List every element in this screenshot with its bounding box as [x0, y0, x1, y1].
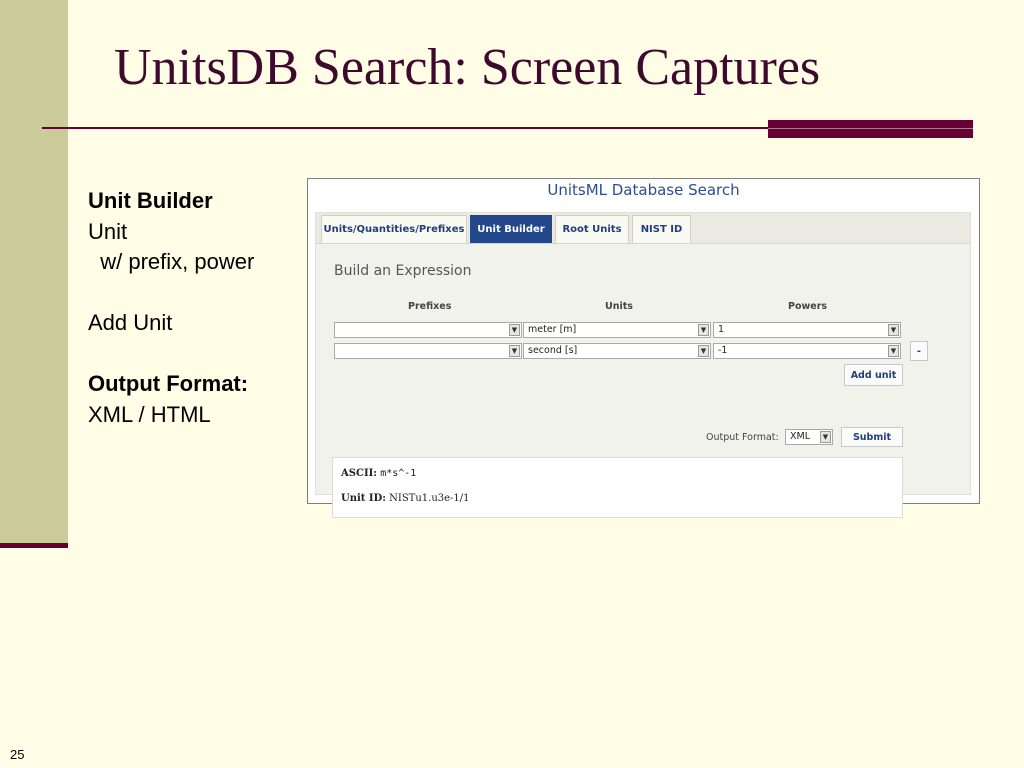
- power-select[interactable]: 1 ▼: [713, 322, 901, 338]
- power-select-value: 1: [718, 324, 725, 335]
- power-select[interactable]: -1 ▼: [713, 343, 901, 359]
- unit-select-value: second [s]: [528, 345, 578, 356]
- bullet-spacer: [88, 339, 298, 370]
- ascii-label: ASCII:: [341, 468, 377, 479]
- bullet-unit: Unit: [88, 218, 128, 244]
- column-header-prefixes: Prefixes: [408, 301, 452, 312]
- tab-nist-id[interactable]: NIST ID: [632, 215, 691, 243]
- result-box: ASCII: m*s^-1 Unit ID: NISTu1.u3e-1/1: [332, 457, 903, 518]
- chevron-down-icon: ▼: [698, 324, 709, 336]
- bullet-output-format: Output Format:: [88, 371, 249, 396]
- chevron-down-icon: ▼: [509, 324, 520, 336]
- chevron-down-icon: ▼: [888, 345, 899, 357]
- bullet-list: Unit Builder Unit w/ prefix, power Add U…: [88, 186, 298, 430]
- chevron-down-icon: ▼: [888, 324, 899, 336]
- output-format-label: Output Format:: [706, 432, 779, 443]
- output-format-value: XML: [790, 431, 810, 442]
- unit-select-value: meter [m]: [528, 324, 577, 335]
- column-header-units: Units: [605, 301, 633, 312]
- tab-units-quantities-prefixes[interactable]: Units/Quantities/Prefixes: [321, 215, 467, 243]
- submit-button[interactable]: Submit: [841, 427, 903, 447]
- sidebar-accent: [0, 543, 68, 548]
- output-format-select[interactable]: XML ▼: [785, 429, 833, 445]
- chevron-down-icon: ▼: [698, 345, 709, 357]
- add-unit-button[interactable]: Add unit: [844, 364, 903, 386]
- ascii-result: ASCII: m*s^-1: [341, 468, 416, 479]
- prefix-select[interactable]: ▼: [334, 343, 522, 359]
- column-header-powers: Powers: [788, 301, 828, 312]
- section-title: Build an Expression: [334, 263, 472, 279]
- power-select-value: -1: [718, 345, 728, 356]
- tab-bar: Units/Quantities/Prefixes Unit Builder R…: [316, 213, 970, 244]
- unit-id-result: Unit ID: NISTu1.u3e-1/1: [341, 493, 470, 504]
- remove-unit-button[interactable]: -: [910, 341, 928, 361]
- chevron-down-icon: ▼: [509, 345, 520, 357]
- bullet-unit-builder: Unit Builder: [88, 188, 213, 213]
- tab-unit-builder[interactable]: Unit Builder: [470, 215, 552, 243]
- embedded-screenshot: UnitsML Database Search Units/Quantities…: [307, 178, 980, 518]
- title-divider-accent: [768, 120, 973, 138]
- prefix-select[interactable]: ▼: [334, 322, 522, 338]
- slide-number: 25: [10, 747, 25, 762]
- chevron-down-icon: ▼: [820, 431, 831, 443]
- app-title: UnitsML Database Search: [547, 181, 740, 199]
- ascii-value: m*s^-1: [380, 468, 417, 479]
- unit-select[interactable]: meter [m] ▼: [523, 322, 711, 338]
- bullet-prefix-power: w/ prefix, power: [88, 249, 255, 274]
- bullet-xml-html: XML / HTML: [88, 401, 211, 427]
- tab-root-units[interactable]: Root Units: [555, 215, 629, 243]
- bullet-spacer: [88, 278, 298, 309]
- unit-select[interactable]: second [s] ▼: [523, 343, 711, 359]
- bullet-add-unit: Add Unit: [88, 310, 173, 335]
- sidebar-decoration: [0, 0, 68, 546]
- unit-id-label: Unit ID:: [341, 493, 386, 504]
- slide-title: UnitsDB Search: Screen Captures: [114, 39, 821, 96]
- unit-id-value: NISTu1.u3e-1/1: [389, 493, 470, 504]
- search-panel: Units/Quantities/Prefixes Unit Builder R…: [315, 212, 971, 518]
- title-divider: [42, 127, 810, 129]
